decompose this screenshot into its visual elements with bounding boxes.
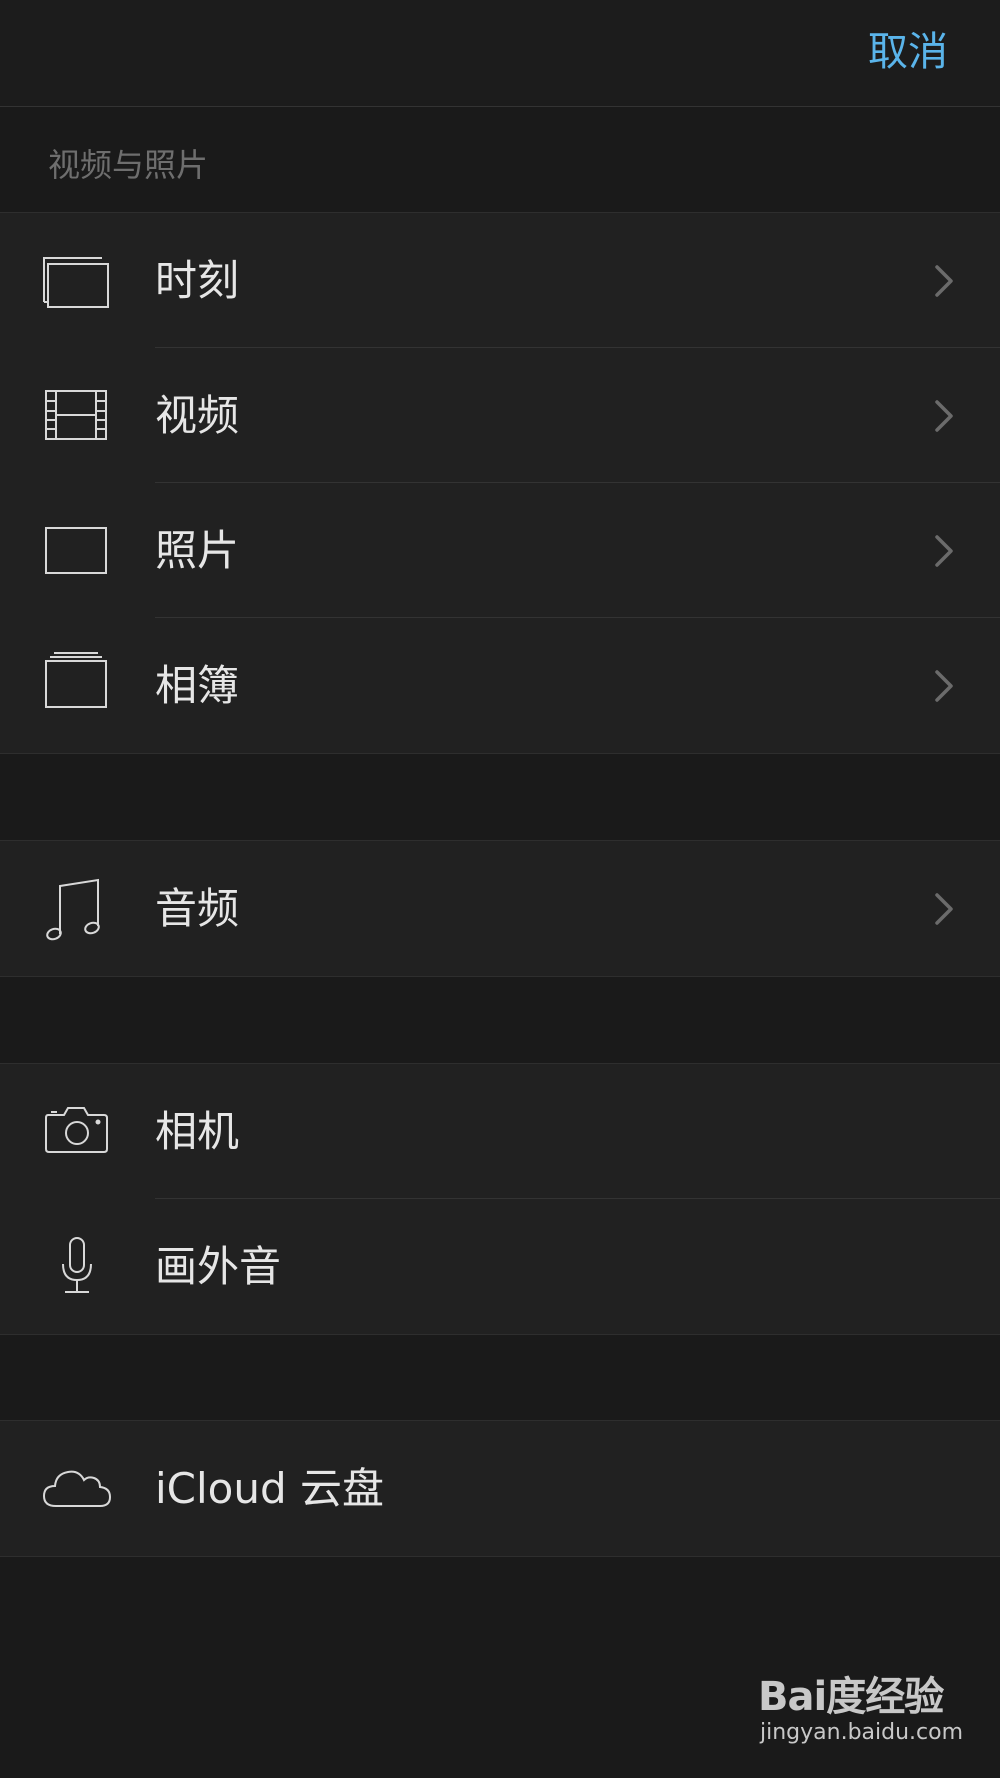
media-group: 时刻 视频 照片 相簿 — [0, 212, 1000, 754]
chevron-right-icon — [932, 666, 956, 706]
chevron-right-icon — [932, 531, 956, 571]
navigation-bar: 取消 — [0, 0, 1000, 107]
row-camera[interactable]: 相机 — [0, 1064, 1000, 1199]
music-note-icon — [38, 868, 118, 948]
film-icon — [38, 375, 118, 455]
row-label: 视频 — [155, 391, 240, 440]
photo-icon — [38, 510, 118, 590]
row-audio[interactable]: 音频 — [0, 841, 1000, 976]
row-videos[interactable]: 视频 — [0, 348, 1000, 483]
row-label: 画外音 — [155, 1242, 282, 1291]
albums-icon — [38, 645, 118, 725]
moments-icon — [38, 240, 118, 320]
watermark: Bai度经验 jingyan.baidu.com — [758, 1654, 963, 1754]
row-label: iCloud 云盘 — [155, 1464, 384, 1513]
chevron-right-icon — [932, 889, 956, 929]
row-label: 时刻 — [155, 256, 240, 305]
row-moments[interactable]: 时刻 — [0, 213, 1000, 348]
camera-icon — [38, 1091, 118, 1171]
row-photos[interactable]: 照片 — [0, 483, 1000, 618]
watermark-logo: Bai度经验 — [758, 1674, 944, 1720]
microphone-icon — [38, 1226, 118, 1306]
capture-group: 相机 画外音 — [0, 1063, 1000, 1335]
watermark-url: jingyan.baidu.com — [760, 1720, 964, 1745]
row-label: 相簿 — [155, 661, 240, 710]
chevron-right-icon — [932, 396, 956, 436]
chevron-right-icon — [932, 261, 956, 301]
row-label: 音频 — [155, 884, 240, 933]
cloud-group: iCloud 云盘 — [0, 1420, 1000, 1557]
audio-group: 音频 — [0, 840, 1000, 977]
row-icloud-drive[interactable]: iCloud 云盘 — [0, 1421, 1000, 1556]
row-albums[interactable]: 相簿 — [0, 618, 1000, 753]
cloud-icon — [38, 1448, 118, 1528]
row-label: 相机 — [155, 1107, 240, 1156]
section-header: 视频与照片 — [0, 107, 1000, 212]
row-voiceover[interactable]: 画外音 — [0, 1199, 1000, 1334]
cancel-button[interactable]: 取消 — [868, 26, 948, 78]
section-title: 视频与照片 — [48, 146, 209, 184]
row-label: 照片 — [155, 526, 240, 575]
